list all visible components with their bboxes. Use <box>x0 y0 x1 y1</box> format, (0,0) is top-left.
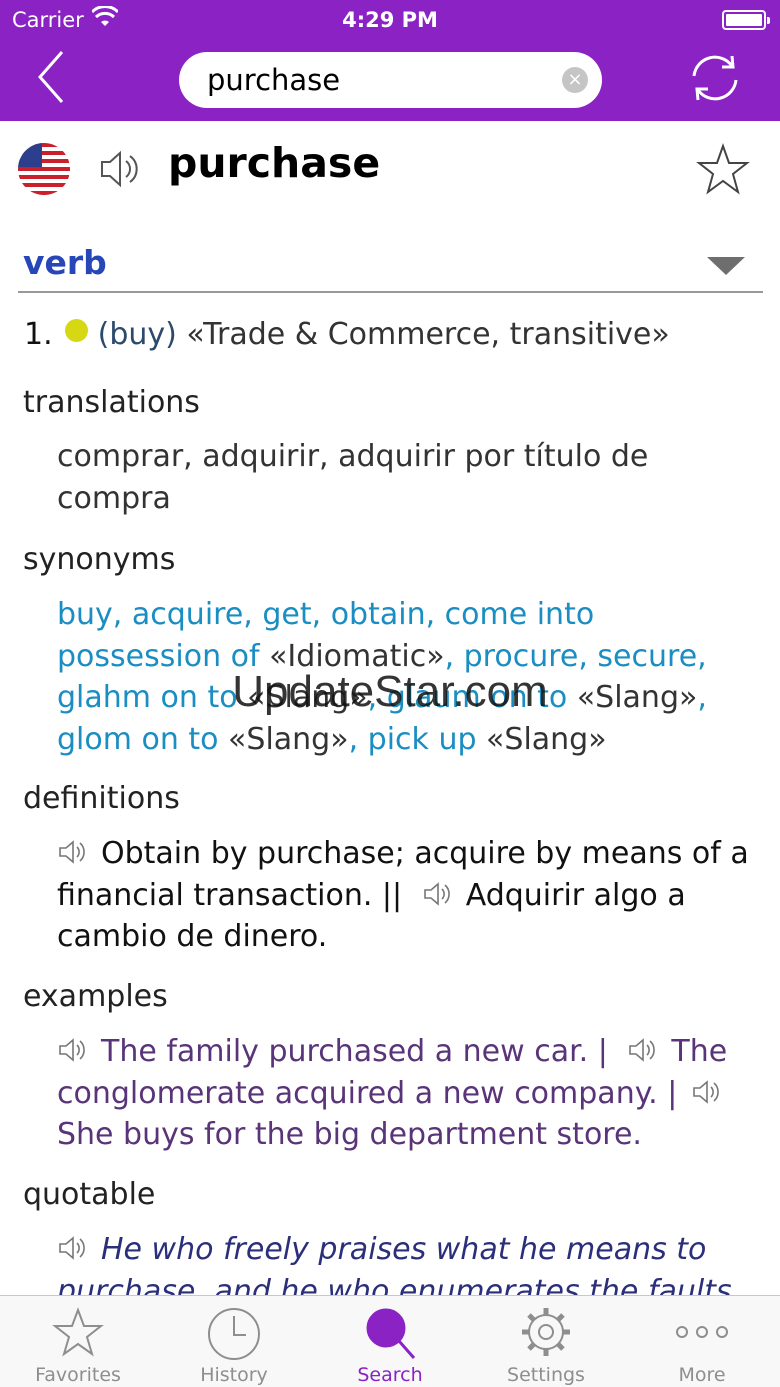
favorite-star-button[interactable] <box>696 142 750 197</box>
speaker-icon[interactable] <box>691 1076 721 1104</box>
navigation-bar: Carrier 4:29 PM × <box>0 0 780 121</box>
chevron-left-icon <box>38 51 64 103</box>
tab-label: Search <box>357 1364 423 1386</box>
clear-search-button[interactable]: × <box>562 67 588 93</box>
part-of-speech-selector[interactable]: verb <box>18 239 763 293</box>
sense-gloss: (buy) <box>97 317 177 352</box>
battery-icon <box>722 10 770 30</box>
translations-heading: translations <box>23 385 200 420</box>
example-sentence: The family purchased a new car. | <box>101 1034 608 1069</box>
usage-tag: «Slang» <box>567 680 698 715</box>
tab-favorites[interactable]: Favorites <box>0 1296 156 1387</box>
examples-heading: examples <box>23 979 168 1014</box>
speaker-icon[interactable] <box>57 1034 87 1062</box>
more-dots-icon <box>676 1326 728 1338</box>
tab-settings[interactable]: Settings <box>468 1296 624 1387</box>
search-input[interactable] <box>207 60 547 100</box>
quotable-heading: quotable <box>23 1177 156 1212</box>
pronounce-speaker-icon[interactable] <box>98 147 140 191</box>
tab-history[interactable]: History <box>156 1296 312 1387</box>
synonym-link[interactable]: , glaum on to <box>368 680 568 715</box>
usage-tag: «Idiomatic» <box>259 638 445 674</box>
refresh-icon <box>692 55 738 101</box>
definitions-text: Obtain by purchase; acquire by means of … <box>57 833 757 958</box>
translations-text: comprar, adquirir, adquirir por título d… <box>57 439 649 516</box>
synonyms-list: buy, acquire, get, obtain, come into pos… <box>57 594 757 760</box>
synonym-link[interactable]: , pick up <box>349 722 477 757</box>
gear-icon <box>522 1308 570 1356</box>
part-of-speech-label: verb <box>23 243 107 282</box>
sense-header: 1. (buy) «Trade & Commerce, transitive» <box>24 317 670 352</box>
tab-label: History <box>200 1364 268 1386</box>
tab-search[interactable]: Search <box>312 1296 468 1387</box>
sense-dot-icon <box>64 319 88 342</box>
star-icon <box>52 1307 104 1357</box>
tab-more[interactable]: More <box>624 1296 780 1387</box>
entry-content[interactable]: purchase verb 1. (buy) «Trade & Commerce,… <box>0 121 780 1295</box>
magnifier-icon <box>366 1308 416 1359</box>
usage-tag: «Slang» <box>218 721 349 757</box>
synonyms-heading: synonyms <box>23 542 176 577</box>
usage-tag: «Slang» <box>476 721 607 757</box>
sense-number: 1. <box>24 317 53 352</box>
example-sentence: She buys for the big department store. <box>57 1117 642 1152</box>
quote-text: He who freely praises what he means to p… <box>57 1229 757 1295</box>
headword: purchase <box>168 139 381 187</box>
sense-labels: «Trade & Commerce, transitive» <box>186 317 670 352</box>
tab-label: Settings <box>507 1364 585 1386</box>
sync-button[interactable] <box>686 52 744 104</box>
status-bar: Carrier 4:29 PM <box>0 5 780 36</box>
us-flag-icon[interactable] <box>18 143 70 195</box>
speaker-icon[interactable] <box>422 878 452 906</box>
tab-label: Favorites <box>35 1364 121 1386</box>
star-icon <box>696 142 750 195</box>
tab-label: More <box>678 1364 726 1386</box>
quote-sentence: He who freely praises what he means to p… <box>57 1232 732 1295</box>
dropdown-triangle-icon <box>707 257 745 275</box>
speaker-icon[interactable] <box>627 1034 657 1062</box>
usage-tag: «Slang» <box>237 680 368 715</box>
speaker-icon[interactable] <box>57 1232 87 1260</box>
definitions-heading: definitions <box>23 781 180 816</box>
speaker-icon[interactable] <box>57 836 87 864</box>
examples-text: The family purchased a new car. | The co… <box>57 1031 757 1156</box>
back-button[interactable] <box>28 46 76 108</box>
clock-icon <box>208 1308 260 1360</box>
clock-time: 4:29 PM <box>342 8 438 32</box>
tab-bar: Favorites History Search Settings More <box>0 1295 780 1387</box>
search-field[interactable]: × <box>179 52 602 108</box>
